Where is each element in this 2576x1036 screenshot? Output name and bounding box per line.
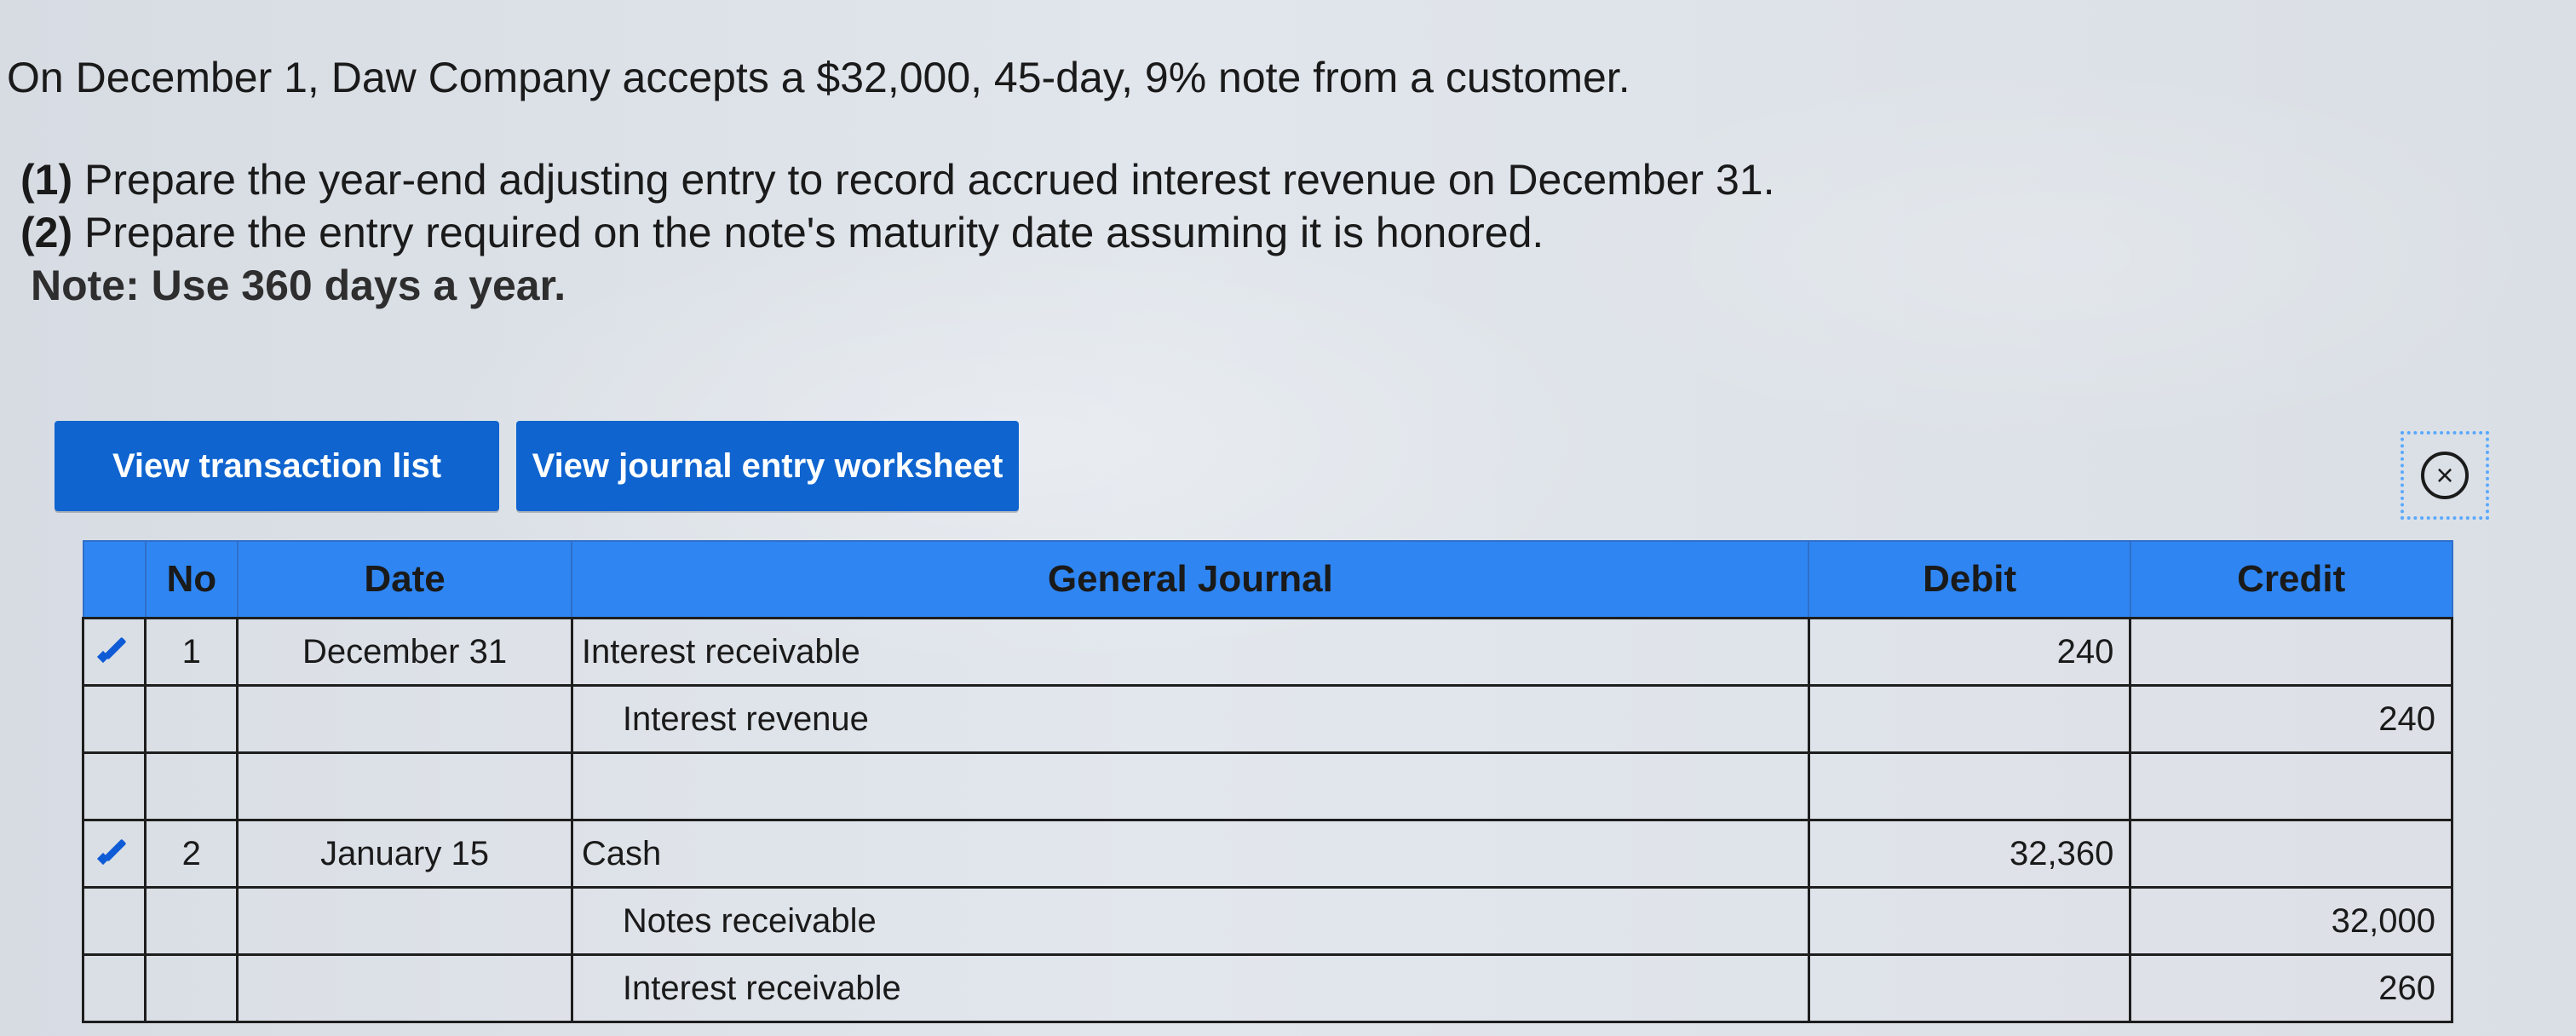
row-debit: 32,360	[1807, 819, 2132, 889]
row-account: Notes receivable	[570, 886, 1810, 956]
requirement-1: (1) Prepare the year-end adjusting entry…	[7, 153, 2051, 206]
table-row: 1 December 31 Interest receivable 240	[81, 617, 2453, 687]
row-credit: 260	[2129, 953, 2453, 1023]
table-row: Notes receivable 32,000	[81, 886, 2453, 956]
header-debit: Debit	[1808, 540, 2131, 619]
edit-column-header	[82, 540, 147, 619]
row-account: Interest receivable	[570, 617, 1810, 687]
row-edit-empty	[81, 953, 147, 1023]
row-credit: 32,000	[2129, 886, 2453, 956]
general-journal-table-wrapper: No Date General Journal Debit Credit 1 D…	[81, 540, 2453, 1023]
close-icon: ×	[2421, 452, 2469, 499]
row-credit	[2129, 819, 2453, 889]
header-general-journal: General Journal	[571, 540, 1810, 619]
edit-button[interactable]	[81, 617, 147, 687]
general-journal-table: No Date General Journal Debit Credit 1 D…	[81, 540, 2453, 1023]
requirement-2: (2) Prepare the entry required on the no…	[7, 206, 2051, 259]
row-credit: 240	[2129, 684, 2453, 754]
row-debit	[1807, 751, 2132, 821]
header-credit: Credit	[2129, 540, 2453, 619]
row-date	[236, 953, 573, 1023]
problem-intro: On December 1, Daw Company accepts a $32…	[7, 54, 1630, 101]
row-date	[236, 684, 573, 754]
table-row: 2 January 15 Cash 32,360	[81, 819, 2453, 889]
row-date: December 31	[236, 617, 573, 687]
row-account: Cash	[570, 819, 1810, 889]
view-journal-entry-worksheet-button[interactable]: View journal entry worksheet	[516, 421, 1019, 511]
row-edit-empty	[81, 751, 147, 821]
row-edit-empty	[81, 684, 147, 754]
row-credit	[2129, 751, 2453, 821]
table-header-row: No Date General Journal Debit Credit	[82, 540, 2453, 619]
requirement-1-text: Prepare the year-end adjusting entry to …	[84, 156, 1775, 204]
edit-button[interactable]	[81, 819, 147, 889]
row-date	[236, 886, 573, 956]
problem-text: On December 1, Daw Company accepts a $32…	[7, 51, 2051, 312]
row-debit	[1807, 953, 2132, 1023]
pencil-icon	[95, 831, 133, 868]
row-credit	[2129, 617, 2453, 687]
row-no: 1	[144, 617, 239, 687]
row-date	[236, 751, 573, 821]
row-no	[144, 684, 239, 754]
table-row: Interest receivable 260	[81, 953, 2453, 1023]
row-debit	[1807, 886, 2132, 956]
row-account	[570, 751, 1810, 821]
requirement-1-number: (1)	[20, 156, 73, 204]
table-row: Interest revenue 240	[81, 684, 2453, 754]
row-no	[144, 751, 239, 821]
view-transaction-list-button[interactable]: View transaction list	[55, 421, 499, 511]
header-no: No	[144, 540, 239, 619]
pencil-icon	[95, 629, 133, 666]
row-account: Interest revenue	[570, 684, 1810, 754]
row-account: Interest receivable	[570, 953, 1810, 1023]
screen: On December 1, Daw Company accepts a $32…	[0, 0, 2576, 1036]
row-edit-empty	[81, 886, 147, 956]
requirement-2-number: (2)	[20, 209, 73, 256]
close-button[interactable]: ×	[2401, 431, 2489, 520]
row-debit	[1807, 684, 2132, 754]
note-text: Note: Use 360 days a year.	[31, 262, 566, 309]
requirement-2-text: Prepare the entry required on the note's…	[84, 209, 1544, 256]
table-row	[81, 751, 2453, 821]
header-date: Date	[236, 540, 573, 619]
row-debit: 240	[1807, 617, 2132, 687]
row-date: January 15	[236, 819, 573, 889]
row-no	[144, 953, 239, 1023]
row-no	[144, 886, 239, 956]
row-no: 2	[144, 819, 239, 889]
